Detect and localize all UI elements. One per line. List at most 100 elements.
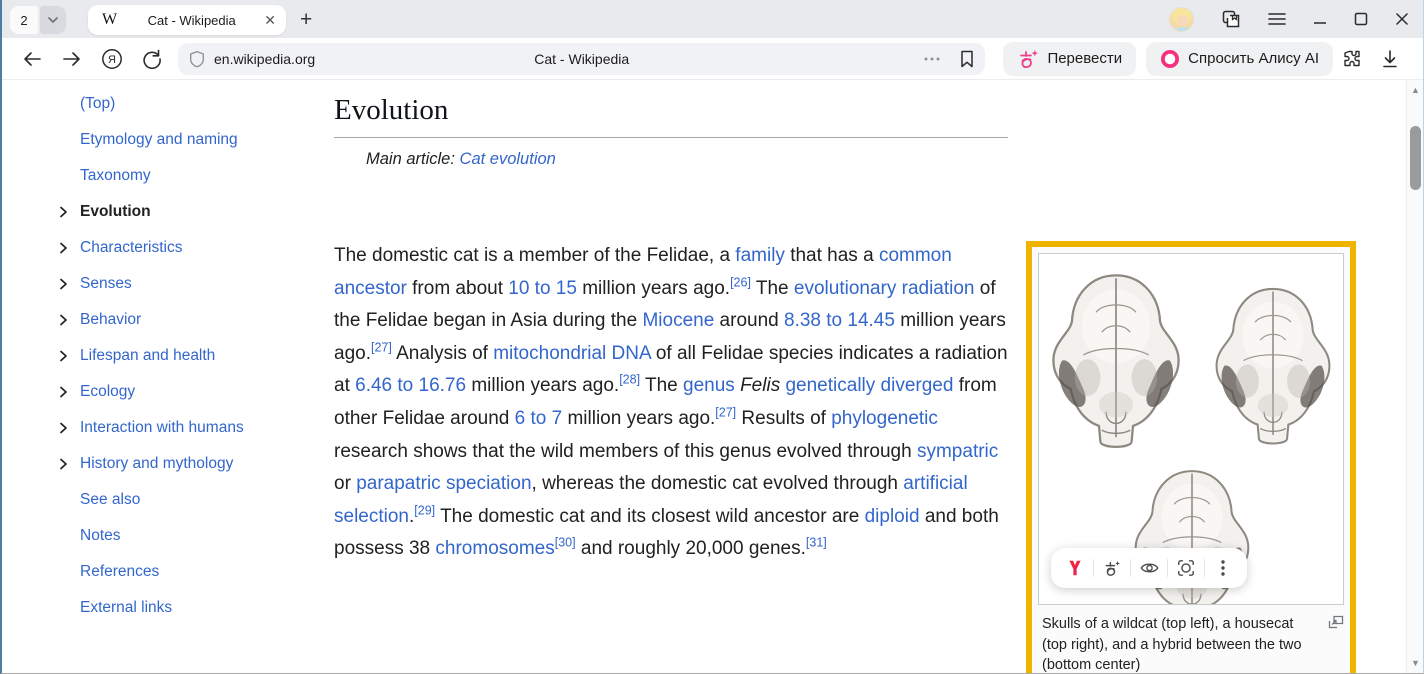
downloads-button[interactable]	[1371, 49, 1409, 69]
toc-item-label: External links	[80, 599, 172, 617]
lens-scan-icon	[1177, 559, 1195, 577]
article-link[interactable]: sympatric	[917, 441, 998, 462]
chevron-right-icon[interactable]	[56, 313, 70, 327]
article-link[interactable]: 6 to 7	[515, 408, 563, 429]
article-link[interactable]: chromosomes	[435, 538, 554, 559]
toc-item-references[interactable]: References	[60, 554, 320, 590]
enlarge-icon[interactable]	[1328, 615, 1344, 629]
text-run: from about	[407, 278, 508, 299]
tab-cat-wikipedia[interactable]: W Cat - Wikipedia ✕	[88, 5, 286, 35]
tabbar-right-controls	[1169, 7, 1409, 32]
image-search-button[interactable]	[1168, 548, 1204, 588]
yandex-search-image-button[interactable]	[1057, 548, 1093, 588]
browser-menu-button[interactable]	[1268, 12, 1286, 26]
reference-link[interactable]: [26]	[730, 275, 751, 289]
reference-link[interactable]: [27]	[371, 340, 392, 354]
chevron-right-icon[interactable]	[56, 385, 70, 399]
chevron-right-icon[interactable]	[56, 349, 70, 363]
toc-item-label: Etymology and naming	[80, 131, 238, 149]
toc-item-label: Behavior	[80, 311, 141, 329]
scroll-up-arrow[interactable]: ▲	[1407, 82, 1424, 98]
toc-item-history-and-mythology[interactable]: History and mythology	[60, 446, 320, 482]
window-minimize-button[interactable]	[1313, 12, 1327, 26]
toc-item-see-also[interactable]: See also	[60, 482, 320, 518]
kebab-menu-icon	[1221, 560, 1225, 576]
window-maximize-button[interactable]	[1354, 12, 1368, 26]
scroll-down-arrow[interactable]: ▼	[1407, 655, 1424, 671]
toc-item-evolution[interactable]: Evolution	[60, 194, 320, 230]
toc-item-taxonomy[interactable]: Taxonomy	[60, 158, 320, 194]
figure-caption: Skulls of a wildcat (top left), a housec…	[1038, 605, 1344, 674]
yandex-ya-icon: Я	[101, 48, 123, 70]
article-link[interactable]: Miocene	[642, 310, 714, 331]
new-tab-button[interactable]: +	[300, 9, 312, 30]
page-scrollbar[interactable]: ▲ ▼	[1406, 80, 1423, 673]
toc-item-label: Taxonomy	[80, 167, 151, 185]
user-avatar[interactable]	[1169, 7, 1194, 32]
toc-item-label: Ecology	[80, 383, 135, 401]
article-link[interactable]: mitochondrial DNA	[493, 343, 650, 364]
reference-link[interactable]: [27]	[715, 406, 736, 420]
back-button[interactable]	[12, 51, 52, 67]
article-link[interactable]: evolutionary radiation	[794, 278, 975, 299]
yandex-home-button[interactable]: Я	[92, 48, 132, 70]
extensions-button[interactable]	[1333, 48, 1371, 70]
article-link[interactable]: 10 to 15	[508, 278, 577, 299]
ask-alice-button[interactable]: Спросить Алису AI	[1146, 42, 1333, 76]
figure-caption-text: Skulls of a wildcat (top left), a housec…	[1042, 616, 1302, 673]
toc-item-behavior[interactable]: Behavior	[60, 302, 320, 338]
translate-image-button[interactable]	[1094, 548, 1130, 588]
chevron-right-icon[interactable]	[56, 457, 70, 471]
article-link[interactable]: parapatric speciation	[356, 473, 531, 494]
chevron-down-icon	[47, 14, 59, 26]
back-arrow-icon	[22, 51, 42, 67]
toc-item-lifespan-and-health[interactable]: Lifespan and health	[60, 338, 320, 374]
figure-thumbnail[interactable]: Skulls of a wildcat (top left), a housec…	[1026, 241, 1356, 674]
view-image-button[interactable]	[1131, 548, 1167, 588]
translate-image-icon	[1103, 560, 1121, 577]
forward-button[interactable]	[52, 51, 92, 67]
toc-item-senses[interactable]: Senses	[60, 266, 320, 302]
reference-link[interactable]: [31]	[806, 536, 827, 550]
toc-item-etymology-and-naming[interactable]: Etymology and naming	[60, 122, 320, 158]
chevron-right-icon[interactable]	[56, 277, 70, 291]
chevron-right-icon[interactable]	[56, 205, 70, 219]
toc-item-characteristics[interactable]: Characteristics	[60, 230, 320, 266]
text-run: Results of	[736, 408, 831, 429]
reference-link[interactable]: [29]	[414, 503, 435, 517]
tab-list-chevron-button[interactable]	[40, 6, 66, 34]
toc-item-top[interactable]: (Top)	[60, 86, 320, 122]
figure-image[interactable]	[1038, 253, 1344, 605]
more-options-icon[interactable]	[923, 56, 941, 62]
eye-icon	[1140, 561, 1159, 575]
scrollbar-thumb[interactable]	[1410, 126, 1421, 190]
hatnote-link[interactable]: Cat evolution	[460, 150, 556, 168]
tab-count-button[interactable]: 2	[10, 6, 38, 34]
address-bar[interactable]: en.wikipedia.org Cat - Wikipedia	[178, 43, 985, 75]
bookmark-icon[interactable]	[959, 49, 975, 69]
image-more-button[interactable]	[1205, 548, 1241, 588]
puzzle-icon	[1341, 48, 1363, 70]
article-link[interactable]: genus	[683, 375, 735, 396]
reference-link[interactable]: [28]	[619, 373, 640, 387]
window-close-button[interactable]	[1395, 12, 1409, 26]
article-link[interactable]: diploid	[865, 506, 920, 527]
tab-close-icon[interactable]: ✕	[264, 13, 276, 27]
article-link[interactable]: phylogenetic	[831, 408, 938, 429]
toc-item-ecology[interactable]: Ecology	[60, 374, 320, 410]
reload-icon	[142, 49, 162, 69]
tab-panels-button[interactable]	[1221, 9, 1241, 29]
article-link[interactable]: family	[735, 245, 785, 266]
reference-link[interactable]: [30]	[555, 536, 576, 550]
tab-panels-icon	[1221, 9, 1241, 29]
article-link[interactable]: 8.38 to 14.45	[784, 310, 895, 331]
article-link[interactable]: genetically diverged	[785, 375, 953, 396]
toc-item-notes[interactable]: Notes	[60, 518, 320, 554]
toc-item-external-links[interactable]: External links	[60, 590, 320, 626]
translate-button[interactable]: Перевести	[1003, 42, 1136, 76]
reload-button[interactable]	[132, 49, 172, 69]
chevron-right-icon[interactable]	[56, 241, 70, 255]
chevron-right-icon[interactable]	[56, 421, 70, 435]
article-link[interactable]: 6.46 to 16.76	[355, 375, 466, 396]
toc-item-interaction-with-humans[interactable]: Interaction with humans	[60, 410, 320, 446]
